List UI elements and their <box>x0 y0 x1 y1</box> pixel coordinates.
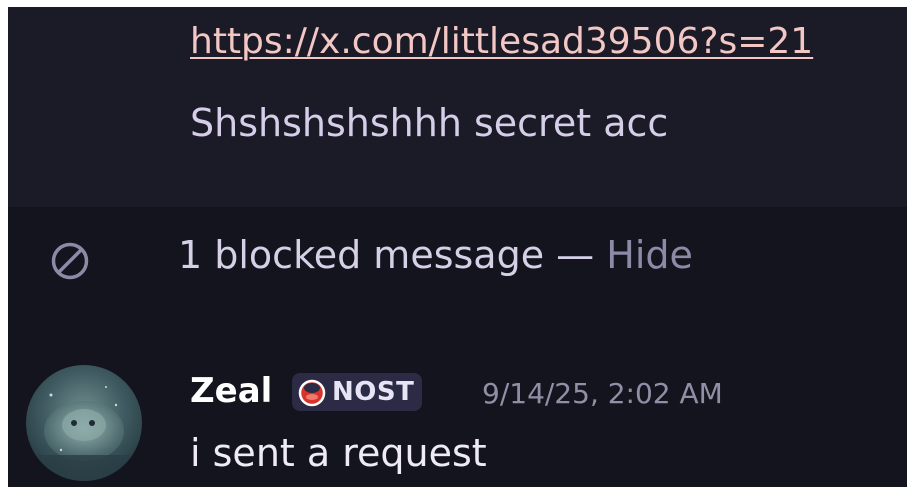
red-crescent-icon <box>298 379 326 407</box>
server-tag-label: NOST <box>332 377 415 407</box>
message-text: Shshshshshhh secret acc <box>190 101 669 145</box>
message-content: i sent a request <box>190 431 487 475</box>
avatar[interactable] <box>26 365 142 481</box>
hide-blocked-button[interactable]: Hide <box>606 233 693 277</box>
blocked-messages-notice: 1 blocked message — Hide <box>8 229 907 289</box>
username[interactable]: Zeal <box>190 371 272 411</box>
blocked-notice-text: 1 blocked message — Hide <box>178 233 693 277</box>
message-timestamp: 9/14/25, 2:02 AM <box>482 377 723 410</box>
previous-message: https://x.com/littlesad39506?s=21 Shshsh… <box>8 7 907 207</box>
blocked-icon <box>51 242 89 280</box>
message-link[interactable]: https://x.com/littlesad39506?s=21 <box>190 21 813 62</box>
message: Zeal NOST 9/14/25, 2:02 AM i sent a requ… <box>8 357 907 487</box>
blocked-count-text: 1 blocked message — <box>178 233 607 277</box>
chat-window: https://x.com/littlesad39506?s=21 Shshsh… <box>8 7 907 487</box>
server-tag-badge[interactable]: NOST <box>292 373 423 411</box>
